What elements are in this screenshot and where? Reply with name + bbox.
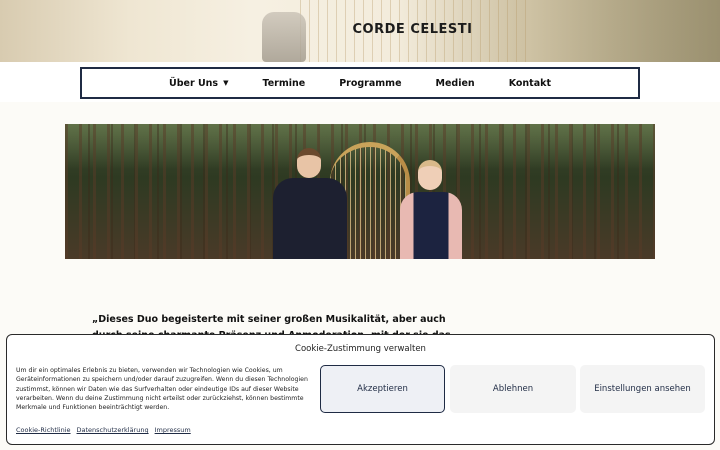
duo-photo — [65, 124, 655, 259]
nav-item-label: Termine — [262, 77, 306, 89]
nav-item-ueber-uns[interactable]: Über Uns ▼ — [152, 78, 245, 89]
cookie-policy-link[interactable]: Cookie-Richtlinie — [16, 426, 71, 434]
nav-item-label: Kontakt — [508, 77, 551, 89]
view-settings-button[interactable]: Einstellungen ansehen — [580, 365, 705, 413]
cookie-banner-title: Cookie-Zustimmung verwalten — [295, 344, 426, 354]
site-title[interactable]: CORDE CELESTI — [0, 22, 720, 37]
cookie-links: Cookie-Richtlinie Datenschutzerklärung I… — [16, 426, 191, 434]
privacy-policy-link[interactable]: Datenschutzerklärung — [77, 426, 149, 434]
accept-button[interactable]: Akzeptieren — [320, 365, 445, 413]
cookie-consent-banner: Cookie-Zustimmung verwalten Um dir ein o… — [6, 334, 715, 445]
deny-button[interactable]: Ablehnen — [450, 365, 576, 413]
guitarist-figure — [265, 144, 355, 259]
header-banner: CORDE CELESTI — [0, 0, 720, 62]
nav-item-termine[interactable]: Termine — [245, 78, 322, 89]
harpist-figure — [400, 160, 462, 259]
nav-item-label: Über Uns — [169, 77, 219, 89]
nav-item-label: Programme — [339, 77, 402, 89]
nav-item-kontakt[interactable]: Kontakt — [492, 78, 568, 89]
guitar-image — [262, 12, 306, 62]
imprint-link[interactable]: Impressum — [155, 426, 191, 434]
chevron-down-icon: ▼ — [223, 79, 229, 87]
cookie-banner-text: Um dir ein optimales Erlebnis zu bieten,… — [16, 367, 308, 412]
main-nav: Über Uns ▼ Termine Programme Medien Kont… — [80, 67, 640, 99]
nav-item-programme[interactable]: Programme — [322, 78, 418, 89]
nav-wrapper: Über Uns ▼ Termine Programme Medien Kont… — [0, 62, 720, 102]
nav-item-label: Medien — [435, 77, 475, 89]
nav-item-medien[interactable]: Medien — [419, 78, 492, 89]
